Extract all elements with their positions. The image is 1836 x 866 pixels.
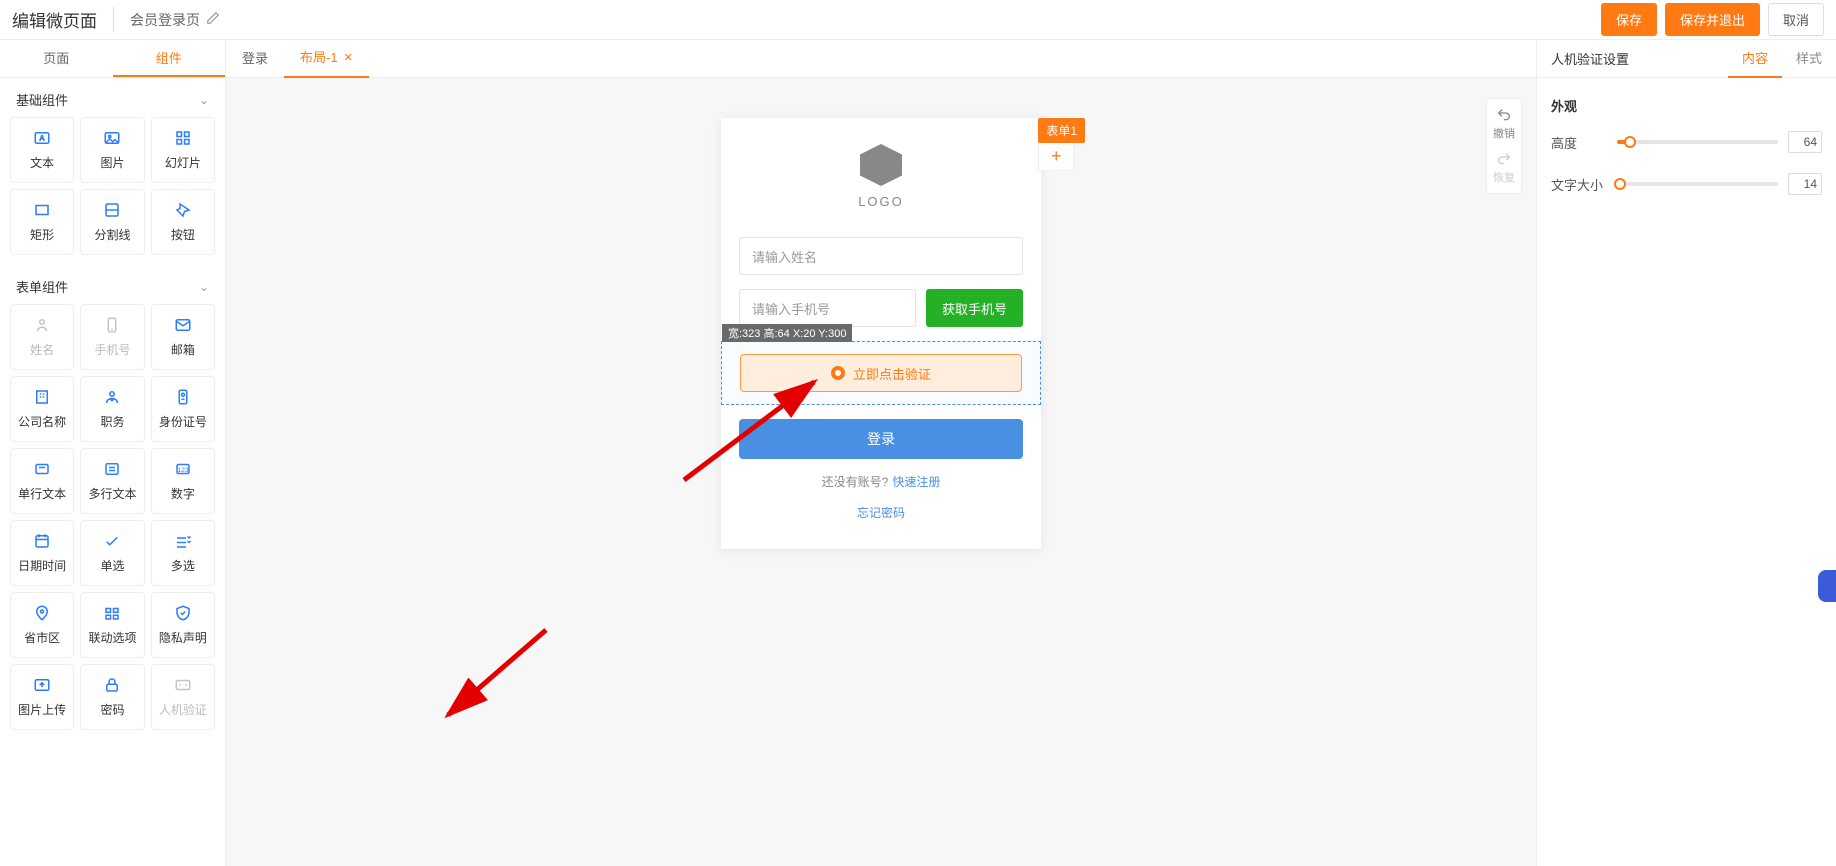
component-company[interactable]: 公司名称 [10, 376, 74, 442]
height-slider[interactable] [1617, 140, 1778, 144]
forgot-password-link[interactable]: 忘记密码 [857, 506, 905, 520]
logo-text: LOGO [721, 194, 1041, 209]
component-job[interactable]: 职务 [80, 376, 144, 442]
annotation-arrow [436, 620, 556, 730]
height-label: 高度 [1551, 133, 1607, 152]
textline-icon [33, 460, 51, 478]
user-icon [33, 316, 51, 334]
save-exit-button[interactable]: 保存并退出 [1665, 3, 1760, 36]
font-size-slider[interactable] [1617, 182, 1778, 186]
privacy-icon [174, 604, 192, 622]
component-linked[interactable]: 联动选项 [80, 592, 144, 658]
page-title: 编辑微页面 [12, 7, 114, 32]
get-phone-button[interactable]: 获取手机号 [926, 289, 1023, 327]
font-size-label: 文字大小 [1551, 175, 1607, 194]
phone-input[interactable]: 请输入手机号 [739, 289, 916, 327]
linked-icon [103, 604, 121, 622]
svg-text:123: 123 [177, 467, 189, 474]
radio-icon [103, 532, 121, 550]
name-input[interactable]: 请输入姓名 [739, 237, 1023, 275]
date-icon [33, 532, 51, 550]
component-captcha: 人机验证 [151, 664, 215, 730]
captcha-button[interactable]: 立即点击验证 [740, 354, 1022, 392]
tab-style[interactable]: 样式 [1782, 40, 1836, 78]
component-radio[interactable]: 单选 [80, 520, 144, 586]
selection-info: 宽:323 高:64 X:20 Y:300 [722, 324, 852, 342]
company-icon [33, 388, 51, 406]
chevron-down-icon: ⌄ [199, 280, 209, 294]
login-button[interactable]: 登录 [739, 419, 1023, 459]
component-slide[interactable]: 幻灯片 [151, 117, 215, 183]
save-button[interactable]: 保存 [1601, 3, 1657, 36]
component-rect[interactable]: 矩形 [10, 189, 74, 255]
captcha-icon [174, 676, 192, 694]
section-appearance: 外观 [1551, 96, 1822, 115]
group-basic-header[interactable]: 基础组件 ⌄ [0, 78, 225, 117]
upload-icon [33, 676, 51, 694]
slide-icon [174, 129, 192, 147]
selected-element[interactable]: 宽:323 高:64 X:20 Y:300 立即点击验证 [721, 341, 1041, 405]
component-number[interactable]: 123数字 [151, 448, 215, 514]
job-icon [103, 388, 121, 406]
component-upload[interactable]: 图片上传 [10, 664, 74, 730]
font-size-input[interactable] [1788, 173, 1822, 195]
component-lock[interactable]: 密码 [80, 664, 144, 730]
chevron-down-icon: ⌄ [199, 93, 209, 107]
number-icon: 123 [174, 460, 192, 478]
component-text[interactable]: 文本 [10, 117, 74, 183]
cancel-button[interactable]: 取消 [1768, 3, 1824, 36]
tab-component[interactable]: 组件 [113, 40, 226, 77]
rect-icon [33, 201, 51, 219]
check-icon [174, 532, 192, 550]
component-divider[interactable]: 分割线 [80, 189, 144, 255]
phone-icon [103, 316, 121, 334]
component-textarea[interactable]: 多行文本 [80, 448, 144, 514]
properties-title: 人机验证设置 [1537, 49, 1728, 68]
group-form-header[interactable]: 表单组件 ⌄ [0, 265, 225, 304]
component-button[interactable]: 按钮 [151, 189, 215, 255]
component-phone: 手机号 [80, 304, 144, 370]
add-form-button[interactable]: + [1038, 143, 1074, 171]
text-icon [33, 129, 51, 147]
component-idcard[interactable]: 身份证号 [151, 376, 215, 442]
captcha-dot-icon [831, 366, 845, 380]
center-tab-login[interactable]: 登录 [226, 40, 284, 78]
tab-content[interactable]: 内容 [1728, 40, 1782, 78]
component-mail[interactable]: 邮箱 [151, 304, 215, 370]
mail-icon [174, 316, 192, 334]
form-tag[interactable]: 表单1 [1038, 118, 1085, 143]
component-location[interactable]: 省市区 [10, 592, 74, 658]
page-subtitle: 会员登录页 [130, 10, 200, 30]
register-hint: 还没有账号?快速注册 [739, 473, 1023, 490]
undo-button[interactable]: 撤销 [1493, 107, 1515, 141]
tab-page[interactable]: 页面 [0, 40, 113, 77]
close-icon[interactable]: ✕ [344, 40, 353, 77]
edit-name-icon[interactable] [206, 11, 220, 28]
divider-icon [103, 201, 121, 219]
component-date[interactable]: 日期时间 [10, 520, 74, 586]
component-user: 姓名 [10, 304, 74, 370]
center-tab-layout[interactable]: 布局-1 ✕ [284, 40, 369, 78]
lock-icon [103, 676, 121, 694]
idcard-icon [174, 388, 192, 406]
button-icon [174, 201, 192, 219]
component-image[interactable]: 图片 [80, 117, 144, 183]
component-privacy[interactable]: 隐私声明 [151, 592, 215, 658]
preview-canvas[interactable]: 表单1 + LOGO 请输入姓名 请输入手机号 获取手机号 宽:323 高:64… [721, 118, 1041, 549]
location-icon [33, 604, 51, 622]
image-icon [103, 129, 121, 147]
quick-register-link[interactable]: 快速注册 [892, 475, 940, 489]
chat-bubble[interactable] [1818, 570, 1836, 602]
logo-icon [860, 144, 902, 186]
component-textline[interactable]: 单行文本 [10, 448, 74, 514]
height-input[interactable] [1788, 131, 1822, 153]
redo-button[interactable]: 恢复 [1493, 151, 1515, 185]
component-check[interactable]: 多选 [151, 520, 215, 586]
textarea-icon [103, 460, 121, 478]
